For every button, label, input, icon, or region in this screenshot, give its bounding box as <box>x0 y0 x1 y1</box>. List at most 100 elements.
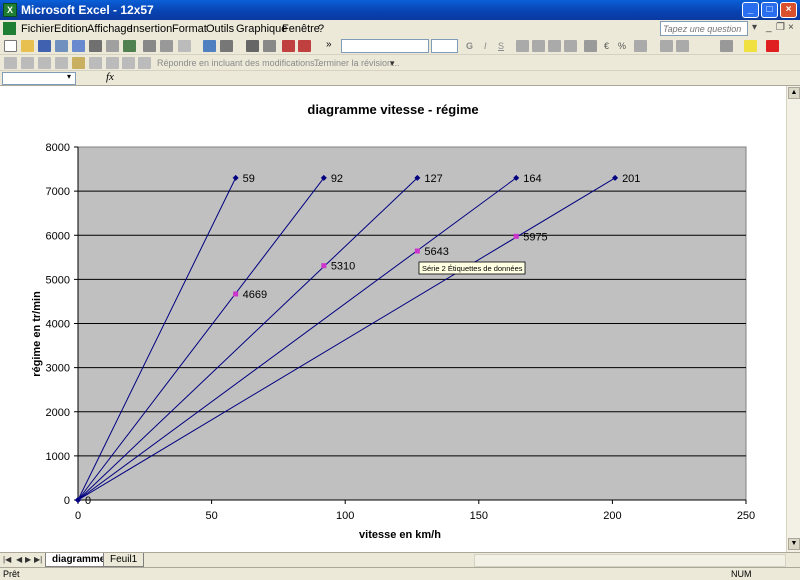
undo-icon[interactable] <box>178 40 191 52</box>
sort-desc-icon[interactable] <box>263 40 276 52</box>
doc-restore-button[interactable]: ❐ <box>776 22 785 33</box>
minimize-button[interactable]: _ <box>742 2 759 18</box>
menu-edition[interactable]: Edition <box>54 23 88 35</box>
underline-button[interactable]: S <box>498 41 504 51</box>
x-tick-label[interactable]: 100 <box>336 510 354 522</box>
save-icon[interactable] <box>38 40 51 52</box>
name-box[interactable] <box>2 72 76 85</box>
menu-affichage[interactable]: Affichage <box>87 23 133 35</box>
origin-label[interactable]: 0 <box>85 495 91 507</box>
review-icon-9[interactable] <box>138 57 151 69</box>
currency-icon[interactable] <box>584 40 597 52</box>
series2-label[interactable]: 4669 <box>243 289 267 301</box>
spelling-icon[interactable] <box>123 40 136 52</box>
sort-icon[interactable] <box>246 40 259 52</box>
y-tick-label[interactable]: 7000 <box>46 186 70 198</box>
y-tick-label[interactable]: 1000 <box>46 451 70 463</box>
percent-button[interactable]: % <box>618 41 626 51</box>
y-tick-label[interactable]: 0 <box>64 495 70 507</box>
font-name-select[interactable] <box>341 39 429 53</box>
maximize-button[interactable]: □ <box>761 2 778 18</box>
fx-icon[interactable]: fx <box>106 71 114 83</box>
data-label[interactable]: 164 <box>523 173 541 185</box>
new-icon[interactable] <box>4 40 17 52</box>
cut-icon[interactable] <box>143 40 156 52</box>
help-dropdown-icon[interactable]: ▾ <box>752 22 757 33</box>
last-sheet-icon[interactable]: ▶| <box>34 555 42 564</box>
menu-help[interactable]: ? <box>318 23 324 35</box>
x-axis-title[interactable]: vitesse en km/h <box>359 529 441 541</box>
y-tick-label[interactable]: 2000 <box>46 407 70 419</box>
align-left-icon[interactable] <box>516 40 529 52</box>
first-sheet-icon[interactable]: |◀ <box>3 555 11 564</box>
tab-feuil1[interactable]: Feuil1 <box>103 553 145 567</box>
prev-sheet-icon[interactable]: ◀ <box>16 555 22 564</box>
chart-wizard-icon[interactable] <box>282 40 295 52</box>
bold-button[interactable]: G <box>466 41 473 51</box>
y-tick-label[interactable]: 4000 <box>46 319 70 331</box>
series2-point[interactable] <box>513 233 519 239</box>
permission-icon[interactable] <box>55 40 68 52</box>
menu-insertion[interactable]: Insertion <box>130 23 172 35</box>
y-tick-label[interactable]: 3000 <box>46 363 70 375</box>
series2-point[interactable] <box>233 291 239 297</box>
reply-changes-button[interactable]: Répondre en incluant des modifications..… <box>157 58 322 68</box>
euro-button[interactable]: € <box>604 41 609 51</box>
menu-graphique[interactable]: Graphique <box>236 23 287 35</box>
review-icon-3[interactable] <box>38 57 51 69</box>
autosum-icon[interactable] <box>220 40 233 52</box>
y-axis-title[interactable]: régime en tr/min <box>31 291 43 377</box>
data-label[interactable]: 59 <box>243 173 255 185</box>
email-icon[interactable] <box>72 40 85 52</box>
copy-icon[interactable] <box>160 40 173 52</box>
x-tick-label[interactable]: 50 <box>205 510 217 522</box>
fill-color-icon[interactable] <box>744 40 757 52</box>
borders-icon[interactable] <box>720 40 733 52</box>
series2-point[interactable] <box>414 248 420 254</box>
chart-title[interactable]: diagramme vitesse - régime <box>307 102 478 117</box>
thousands-icon[interactable] <box>634 40 647 52</box>
chart[interactable]: 0100020003000400050006000700080000 50 100 1… <box>0 86 786 552</box>
increase-decimal-icon[interactable] <box>660 40 673 52</box>
y-tick-label[interactable]: 5000 <box>46 274 70 286</box>
review-icon-5[interactable] <box>72 57 85 69</box>
x-tick-label[interactable]: 150 <box>470 510 488 522</box>
hyperlink-icon[interactable] <box>203 40 216 52</box>
scroll-down-icon[interactable]: ▼ <box>788 538 800 550</box>
open-icon[interactable] <box>21 40 34 52</box>
horizontal-scrollbar[interactable] <box>474 554 786 567</box>
series2-label[interactable]: 5643 <box>424 246 448 258</box>
series2-point[interactable] <box>321 263 327 269</box>
namebox-dropdown-icon[interactable]: ▾ <box>67 72 71 81</box>
align-center-icon[interactable] <box>532 40 545 52</box>
series2-label[interactable]: 5975 <box>523 231 547 243</box>
vertical-scrollbar[interactable]: ▲ ▼ <box>786 86 800 552</box>
next-sheet-icon[interactable]: ▶ <box>25 555 31 564</box>
y-tick-label[interactable]: 6000 <box>46 230 70 242</box>
review-icon-6[interactable] <box>89 57 102 69</box>
x-tick-label[interactable]: 250 <box>737 510 755 522</box>
series2-label[interactable]: 5310 <box>331 261 355 273</box>
print-preview-icon[interactable] <box>106 40 119 52</box>
data-label[interactable]: 127 <box>424 173 442 185</box>
scroll-up-icon[interactable]: ▲ <box>788 87 800 99</box>
menu-outils[interactable]: Outils <box>206 23 234 35</box>
review-icon-7[interactable] <box>106 57 119 69</box>
font-color-icon[interactable] <box>766 40 779 52</box>
review-icon-4[interactable] <box>55 57 68 69</box>
doc-close-button[interactable]: × <box>788 22 794 33</box>
y-tick-label[interactable]: 8000 <box>46 142 70 154</box>
x-tick-label[interactable]: 0 <box>75 510 81 522</box>
merge-center-icon[interactable] <box>564 40 577 52</box>
menu-fichier[interactable]: Fichier <box>21 23 54 35</box>
align-right-icon[interactable] <box>548 40 561 52</box>
review-options-icon[interactable]: ▾ <box>390 58 395 69</box>
review-icon-1[interactable] <box>4 57 17 69</box>
help-search-input[interactable] <box>660 21 748 36</box>
end-review-button[interactable]: Terminer la révision... <box>314 58 400 68</box>
menu-format[interactable]: Format <box>172 23 207 35</box>
x-tick-label[interactable]: 200 <box>603 510 621 522</box>
print-icon[interactable] <box>89 40 102 52</box>
workbook-icon[interactable] <box>3 22 16 35</box>
doc-minimize-button[interactable]: _ <box>766 22 772 33</box>
